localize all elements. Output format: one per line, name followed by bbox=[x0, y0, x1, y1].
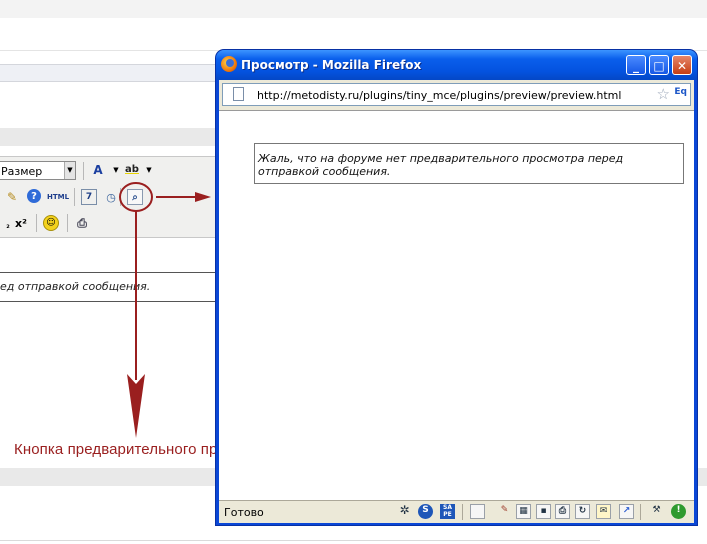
feed-icon[interactable]: Eq bbox=[674, 87, 687, 97]
sape-icon[interactable]: SA PE bbox=[440, 504, 455, 519]
window-body: http://metodisty.ru/plugins/tiny_mce/plu… bbox=[219, 80, 694, 523]
pencil-icon[interactable]: ✎ bbox=[497, 504, 512, 519]
arrow-right-head-icon bbox=[195, 192, 211, 202]
mail-icon[interactable]: ✉ bbox=[596, 504, 611, 519]
window-title: Просмотр - Mozilla Firefox bbox=[241, 58, 422, 72]
address-url: http://metodisty.ru/plugins/tiny_mce/plu… bbox=[257, 89, 622, 102]
statusbar-separator bbox=[640, 504, 641, 520]
preview-content: Жаль, что на форуме нет предварительного… bbox=[219, 110, 694, 501]
preview-message: Жаль, что на форуме нет предварительного… bbox=[254, 143, 684, 184]
link-icon[interactable]: ↗ bbox=[619, 504, 634, 519]
minimize-button[interactable]: _ bbox=[626, 55, 646, 75]
maximize-button[interactable]: □ bbox=[649, 55, 669, 75]
status-text: Готово bbox=[224, 506, 264, 519]
statusbar-separator bbox=[462, 504, 463, 520]
address-bar[interactable]: http://metodisty.ru/plugins/tiny_mce/plu… bbox=[222, 83, 691, 106]
window-titlebar[interactable]: Просмотр - Mozilla Firefox _ □ ✕ bbox=[216, 50, 697, 80]
print-icon[interactable]: ⎙ bbox=[555, 504, 570, 519]
bug-icon[interactable]: ✲ bbox=[397, 504, 412, 519]
status-bar: Готово ✲ S SA PE ✎ ▦ ▪ ⎙ ↻ ✉ ↗ ⚒ ! bbox=[219, 500, 694, 523]
info-icon[interactable]: ! bbox=[671, 504, 686, 519]
document-icon bbox=[233, 87, 244, 101]
preview-button-highlight-circle bbox=[119, 182, 153, 212]
refresh-icon[interactable]: ↻ bbox=[575, 504, 590, 519]
firefox-icon bbox=[221, 56, 237, 72]
image-icon[interactable]: ▦ bbox=[516, 504, 531, 519]
save-icon[interactable]: ▪ bbox=[536, 504, 551, 519]
page-icon[interactable] bbox=[470, 504, 485, 519]
bookmark-star-icon[interactable]: ☆ bbox=[657, 85, 670, 103]
close-button[interactable]: ✕ bbox=[672, 55, 692, 75]
tools-icon[interactable]: ⚒ bbox=[649, 504, 664, 519]
s-badge-icon[interactable]: S bbox=[418, 504, 433, 519]
arrow-down-head-icon bbox=[127, 374, 145, 438]
preview-window[interactable]: Просмотр - Mozilla Firefox _ □ ✕ http://… bbox=[216, 50, 697, 525]
